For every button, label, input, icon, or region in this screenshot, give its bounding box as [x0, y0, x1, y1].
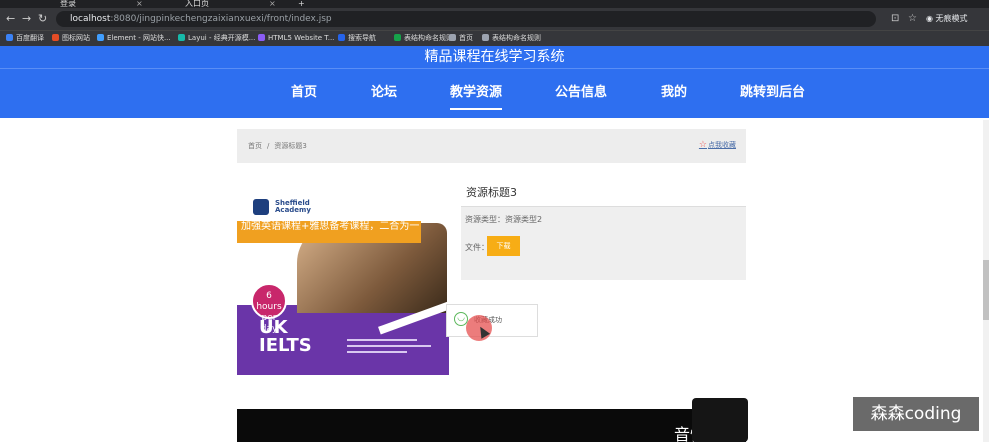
nav-item-admin[interactable]: 跳转到后台 — [740, 84, 805, 102]
close-icon[interactable]: × — [136, 0, 143, 8]
favorite-label: 点我收藏 — [708, 141, 736, 149]
back-icon[interactable]: ← — [6, 12, 15, 26]
url-host: localhost — [70, 14, 111, 24]
bookmark-item[interactable]: 图标网站 — [52, 32, 90, 45]
favorite-link[interactable]: ☆点我收藏 — [699, 140, 736, 150]
header-divider — [0, 68, 989, 69]
breadcrumb: 首页 / 资源标题3 — [248, 141, 312, 151]
nav-item-mine[interactable]: 我的 — [661, 84, 687, 102]
download-button[interactable]: 下载 — [487, 236, 520, 256]
site-header: 精品课程在线学习系统 首页 论坛 教学资源 公告信息 我的 跳转到后台 — [0, 46, 989, 118]
resource-poster-image: Sheffield Academy 加强英语课程+雅思备考课程，二合为一 6 h… — [237, 195, 449, 375]
bookmark-label: 首页 — [459, 34, 473, 42]
nav-item-notices[interactable]: 公告信息 — [555, 84, 607, 102]
nav-item-home[interactable]: 首页 — [291, 84, 317, 102]
breadcrumb-home[interactable]: 首页 — [248, 142, 262, 150]
close-icon[interactable]: × — [269, 0, 276, 8]
poster-brand: Sheffield Academy — [275, 199, 311, 214]
resource-file-label: 文件： — [465, 243, 489, 252]
overlay-shadow — [692, 398, 748, 442]
bookmark-favicon-icon — [6, 34, 13, 41]
browser-tab[interactable]: 入口页 × — [185, 0, 276, 8]
tab-label: 登录 — [60, 0, 76, 8]
scrollbar-thumb[interactable] — [983, 260, 989, 320]
video-player[interactable]: 音悦 — [237, 409, 746, 442]
bookmark-item[interactable]: 首页 — [449, 32, 473, 45]
bookmark-favicon-icon — [52, 34, 59, 41]
breadcrumb-separator: / — [267, 142, 270, 150]
breadcrumb-current: 资源标题3 — [274, 142, 307, 150]
url-input[interactable]: localhost:8080/jingpinkechengzaixianxuex… — [56, 11, 876, 27]
incognito-icon: ◉ — [926, 14, 936, 23]
poster-headline: UK IELTS — [259, 317, 312, 356]
bookmark-item[interactable]: Element - 网站快... — [97, 32, 171, 45]
resource-type-value: 资源类型2 — [505, 215, 543, 224]
tab-label: 入口页 — [185, 0, 209, 8]
bookmark-item[interactable]: HTML5 Website T... — [258, 32, 334, 45]
poster-description — [347, 335, 443, 371]
site-title: 精品课程在线学习系统 — [424, 49, 565, 65]
reload-icon[interactable]: ↻ — [38, 12, 47, 26]
translate-icon[interactable]: ⊡ — [891, 13, 899, 24]
browser-tab-strip: 登录 × 入口页 × + — [0, 0, 989, 8]
bookmark-item[interactable]: 百度翻译 — [6, 32, 44, 45]
bookmark-favicon-icon — [258, 34, 265, 41]
academy-logo-icon — [253, 199, 269, 215]
address-bar: ← → ↻ localhost:8080/jingpinkechengzaixi… — [0, 8, 989, 30]
resource-type-row: 资源类型：资源类型2 — [465, 214, 542, 225]
bookmark-label: Layui - 经典开源模... — [188, 34, 256, 42]
page-scrollbar[interactable] — [983, 120, 989, 442]
success-toast: ◡ 收藏成功 — [446, 304, 538, 337]
watermark: 森森coding — [853, 397, 979, 431]
resource-type-label: 资源类型： — [465, 215, 505, 224]
bookmark-item[interactable]: 搜索导航 — [338, 32, 376, 45]
poster-banner: 加强英语课程+雅思备考课程，二合为一 — [237, 221, 421, 243]
forward-icon[interactable]: → — [22, 12, 31, 26]
poster-badge: 6 hours per day — [251, 283, 287, 334]
nav-item-forum[interactable]: 论坛 — [371, 84, 397, 102]
incognito-label: 无痕模式 — [935, 14, 968, 23]
bookmark-favicon-icon — [338, 34, 345, 41]
url-path: :8080/jingpinkechengzaixianxuexi/front/i… — [110, 14, 332, 24]
bookmark-favicon-icon — [97, 34, 104, 41]
star-icon: ☆ — [698, 140, 707, 150]
bookmarks-bar: 百度翻译 图标网站 Element - 网站快... Layui - 经典开源模...… — [0, 30, 989, 46]
bookmark-label: 百度翻译 — [16, 34, 44, 42]
bookmark-item[interactable]: 表结构命名规则 — [394, 32, 453, 45]
nav-item-resources[interactable]: 教学资源 — [450, 84, 503, 110]
resource-title: 资源标题3 — [461, 180, 746, 207]
bookmark-label: 搜索导航 — [348, 34, 376, 42]
bookmark-label: HTML5 Website T... — [268, 34, 335, 42]
bookmark-star-icon[interactable]: ☆ — [908, 13, 917, 24]
bookmark-favicon-icon — [449, 34, 456, 41]
bookmark-favicon-icon — [482, 34, 489, 41]
browser-tab[interactable]: 登录 × — [60, 0, 143, 8]
bookmark-label: 图标网站 — [62, 34, 90, 42]
bookmark-item[interactable]: 表结构命名规则 — [482, 32, 541, 45]
incognito-indicator[interactable]: ◉ 无痕模式 — [926, 11, 968, 27]
new-tab-button[interactable]: + — [298, 0, 305, 8]
bookmark-item[interactable]: Layui - 经典开源模... — [178, 32, 255, 45]
bookmark-label: 表结构命名规则 — [492, 34, 541, 42]
breadcrumb-bar: 首页 / 资源标题3 ☆点我收藏 — [237, 129, 746, 163]
bookmark-label: 表结构命名规则 — [404, 34, 453, 42]
bookmark-label: Element - 网站快... — [107, 34, 171, 42]
bookmark-favicon-icon — [178, 34, 185, 41]
bookmark-favicon-icon — [394, 34, 401, 41]
resource-info-card: 资源标题3 资源类型：资源类型2 文件： 下载 — [461, 180, 746, 280]
